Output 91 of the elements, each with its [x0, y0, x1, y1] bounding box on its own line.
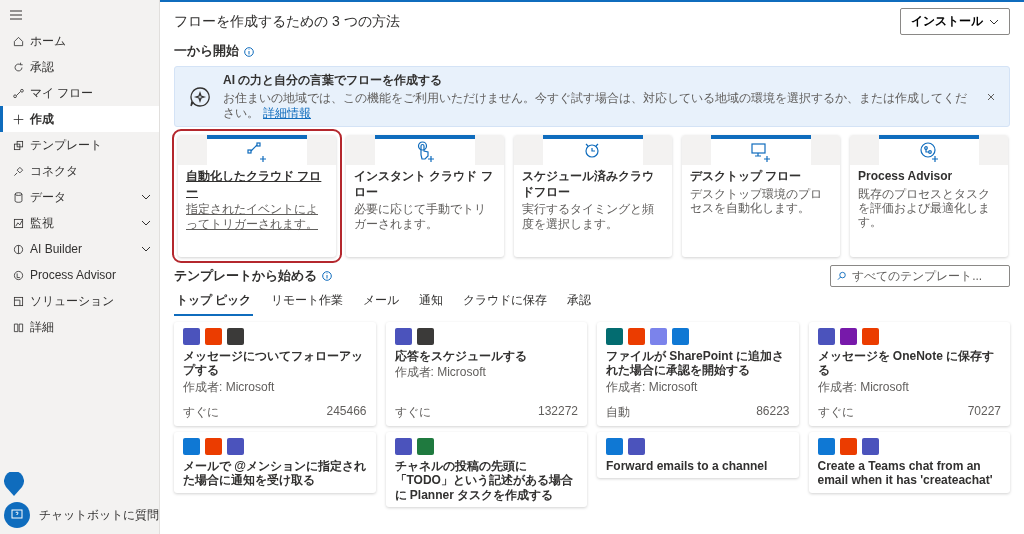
chevron-down-icon [989, 18, 999, 25]
section-title: テンプレートから始める [174, 267, 317, 285]
info-icon[interactable] [244, 46, 254, 57]
banner-text: お住まいの地域では、この機能をご利用いただけません。今すぐ試す場合は、対応している地域の環境を選択するか、または作成してください。 詳細情報 [223, 91, 968, 121]
flow-type-title: Process Advisor [858, 169, 954, 185]
usage-count: 70227 [967, 404, 1001, 420]
flow-type-description: 指定されたイベントによってトリガーされます。 [186, 202, 319, 231]
template-card[interactable]: Create a Teams chat from an email when it has 'createachat' [808, 432, 1010, 493]
category-tab[interactable]: リモート作業 [269, 289, 346, 316]
flow-type-card[interactable]: インスタント クラウド フロー 必要に応じて手動でトリガーされます。 [346, 135, 504, 257]
trigger-type: すぐに [817, 404, 854, 421]
template-card[interactable]: メッセージについてフォローアップする 作成者: Microsoft すぐに 245466 [174, 322, 376, 426]
flow-type-title: デスクトップ フロー [690, 169, 803, 185]
trigger-type: すぐに [394, 404, 431, 421]
sidebar-item[interactable]: Process Advisor [0, 262, 159, 288]
trigger-type: すぐに [183, 404, 219, 421]
sidebar-item[interactable]: AI Builder [0, 236, 159, 262]
template-title: メールで @メンションに指定された場合に通知を受け取る [183, 459, 367, 488]
template-card[interactable]: Forward emails to a channel [597, 432, 799, 479]
sidebar-item[interactable]: マイ フロー [0, 80, 159, 106]
location-pin-icon [4, 472, 24, 496]
template-author: 作成者: Microsoft [394, 364, 487, 382]
sidebar-item[interactable]: ホーム [0, 28, 159, 54]
chart-icon [13, 217, 24, 229]
book-icon [13, 321, 24, 333]
close-icon[interactable] [987, 92, 995, 101]
flow-type-card[interactable]: スケジュール済みクラウドフロー 実行するタイミングと頻度を選択します。 [514, 135, 672, 257]
template-title: チャネルの投稿の先頭に「TODO」という記述がある場合に Planner タスクを作成する [394, 459, 574, 503]
flow-plus-icon [245, 141, 269, 163]
database-icon [13, 191, 24, 203]
plug-icon [13, 165, 24, 177]
flow-type-card[interactable]: デスクトップ フロー デスクトップ環境のプロセスを自動化します。 [682, 135, 840, 257]
chat-sparkle-icon [189, 85, 211, 108]
sidebar-item[interactable]: テンプレート [0, 132, 159, 158]
home-icon [13, 35, 24, 47]
flow-type-title: スケジュール済みクラウドフロー [522, 169, 655, 201]
template-card[interactable]: チャネルの投稿の先頭に「TODO」という記述がある場合に Planner タスクを作成する [385, 432, 587, 508]
sidebar-item[interactable]: データ [0, 184, 159, 210]
template-author: 作成者: Microsoft [606, 378, 699, 396]
menu-icon[interactable] [10, 10, 22, 20]
category-tab[interactable]: 通知 [417, 289, 446, 316]
solution-icon [13, 295, 24, 307]
template-card[interactable]: メールで @メンションに指定された場合に通知を受け取る [174, 432, 376, 493]
page-title: フローを作成するための 3 つの方法 [174, 12, 400, 31]
usage-count: 86223 [756, 404, 790, 420]
install-button[interactable]: インストール [900, 8, 1010, 35]
sidebar-item[interactable]: ソリューション [0, 288, 159, 314]
search-icon [837, 271, 847, 281]
category-tab[interactable]: 承認 [565, 289, 594, 316]
refresh-icon [13, 61, 24, 73]
learn-more-link[interactable]: 詳細情報 [263, 106, 311, 120]
chatbot-button[interactable] [4, 502, 30, 528]
template-title: Create a Teams chat from an email when it has 'createachat' [817, 459, 994, 488]
flow-type-title: インスタント クラウド フロー [354, 169, 494, 201]
banner-title: AI の力と自分の言葉でフローを作成する [223, 72, 444, 89]
template-card[interactable]: ファイルが SharePoint に追加された場合に承認を開始する 作成者: Microsoft 自動 86223 [597, 322, 799, 426]
template-title: メッセージを OneNote に保存する [817, 349, 996, 378]
trigger-type: 自動 [606, 404, 630, 421]
sidebar-item[interactable]: コネクタ [0, 158, 159, 184]
template-author: 作成者: Microsoft [817, 378, 910, 396]
usage-count: 245466 [326, 404, 367, 420]
template-card[interactable]: メッセージを OneNote に保存する 作成者: Microsoft すぐに 70227 [808, 322, 1010, 426]
section-title: 一から開始 [174, 43, 239, 60]
chatbot-label: チャットボットに質問 [39, 506, 159, 524]
sidebar-item[interactable]: 作成 [0, 106, 159, 132]
flow-type-description: 必要に応じて手動でトリガーされます。 [354, 202, 487, 231]
flow-type-title: 自動化したクラウド フロー [186, 169, 323, 201]
sidebar-item[interactable]: 承認 [0, 54, 159, 80]
flow-type-card[interactable]: Process Advisor 既存のプロセスとタスクを評価および最適化します。 [850, 135, 1008, 257]
monitor-plus-icon [749, 141, 773, 163]
category-tab[interactable]: メール [361, 289, 402, 316]
template-title: 応答をスケジュールする [394, 349, 528, 364]
category-tab[interactable]: クラウドに保存 [461, 289, 550, 316]
info-icon[interactable] [322, 271, 332, 281]
template-title: ファイルが SharePoint に追加された場合に承認を開始する [606, 349, 785, 378]
sidebar-item[interactable]: 詳細 [0, 314, 159, 340]
flow-type-description: 既存のプロセスとタスクを評価および最適化します。 [858, 186, 991, 230]
category-tab[interactable]: トップ ピック [174, 289, 254, 316]
advisor-plus-icon [917, 141, 941, 163]
flow-type-description: 実行するタイミングと頻度を選択します。 [522, 202, 655, 231]
plus-icon [13, 113, 24, 125]
template-card[interactable]: 応答をスケジュールする 作成者: Microsoft すぐに 132272 [385, 322, 587, 426]
template-search-field[interactable]: すべてのテンプレート... [830, 265, 1010, 287]
usage-count: 132272 [537, 404, 578, 420]
template-icon [13, 139, 24, 151]
flow-icon [13, 87, 24, 99]
template-author: 作成者: Microsoft [183, 378, 276, 396]
flow-type-description: デスクトップ環境のプロセスを自動化します。 [690, 186, 823, 216]
template-title: メッセージについてフォローアップする [183, 349, 364, 378]
sidebar-item[interactable]: 監視 [0, 210, 159, 236]
template-title: Forward emails to a channel [606, 459, 769, 474]
